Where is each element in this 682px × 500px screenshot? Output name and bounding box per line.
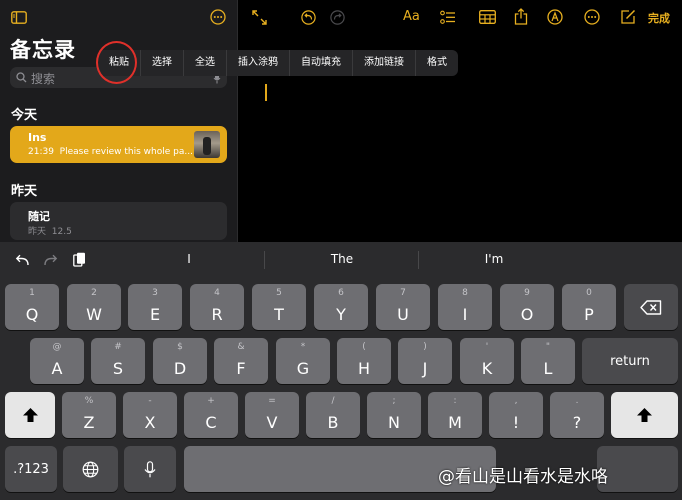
note-thumbnail <box>194 131 220 158</box>
menu-item-format[interactable]: 格式 <box>416 50 458 76</box>
globe-icon <box>63 446 118 492</box>
page-title: 备忘录 <box>10 38 76 62</box>
menu-item-autofill[interactable]: 自动填充 <box>290 50 353 76</box>
key-exclamation[interactable]: ,! <box>489 392 543 438</box>
text-format-button[interactable]: Aa <box>403 9 420 24</box>
globe-key[interactable] <box>63 446 118 492</box>
divider <box>237 0 238 242</box>
context-menu: 粘贴 选择 全选 插入涂鸦 自动填充 添加链接 格式 <box>98 50 458 76</box>
notes-app: 备忘录 搜索 今天 Ins 21:39 Please review this w… <box>0 0 682 242</box>
suggestion-divider <box>264 251 265 269</box>
note-meta: 昨天 12.5 <box>28 227 72 237</box>
search-icon <box>15 71 28 84</box>
shift-key-right[interactable] <box>611 392 678 438</box>
menu-item-insert-drawing[interactable]: 插入涂鸦 <box>227 50 290 76</box>
share-icon[interactable] <box>512 7 530 26</box>
key-f[interactable]: & F <box>214 338 268 384</box>
key-r[interactable]: 4R <box>190 284 244 330</box>
key-z[interactable]: % Z <box>62 392 116 438</box>
redo-icon[interactable] <box>328 8 346 26</box>
done-button[interactable]: 完成 <box>648 10 670 26</box>
key-s[interactable]: # S <box>91 338 145 384</box>
more-options-icon[interactable] <box>583 8 601 26</box>
key-e[interactable]: 3E <box>128 284 182 330</box>
suggestion-3[interactable]: I'm <box>454 252 534 266</box>
key-u[interactable]: 7U <box>376 284 430 330</box>
shift-icon <box>611 392 678 438</box>
shift-icon <box>5 392 55 438</box>
search-placeholder: 搜索 <box>31 72 56 86</box>
microphone-icon <box>124 446 176 492</box>
key-n[interactable]: ; N <box>367 392 421 438</box>
key-o[interactable]: 9O <box>500 284 554 330</box>
compose-icon[interactable] <box>619 8 637 26</box>
menu-item-select-all[interactable]: 全选 <box>184 50 227 76</box>
suggestion-1[interactable]: I <box>149 252 229 266</box>
undo-icon[interactable] <box>299 8 317 26</box>
key-l[interactable]: " L <box>521 338 575 384</box>
menu-item-add-link[interactable]: 添加链接 <box>353 50 416 76</box>
suggestion-bar: I The I'm <box>0 242 682 277</box>
redo-icon[interactable] <box>41 251 59 269</box>
numbers-key[interactable]: .?123 <box>5 446 57 492</box>
list-item[interactable]: Ins 21:39 Please review this whole pa... <box>10 126 227 163</box>
undo-icon[interactable] <box>13 251 31 269</box>
key-b[interactable]: / B <box>306 392 360 438</box>
menu-item-paste[interactable]: 粘贴 <box>98 50 141 76</box>
key-t[interactable]: 5T <box>252 284 306 330</box>
menu-item-select[interactable]: 选择 <box>141 50 184 76</box>
watermark: @看山是山看水是水咯 <box>438 467 608 487</box>
sidebar-toggle-icon[interactable] <box>10 9 28 25</box>
backspace-icon <box>624 284 678 330</box>
key-question[interactable]: .? <box>550 392 604 438</box>
delete-key[interactable] <box>624 284 678 330</box>
key-m[interactable]: :M <box>428 392 482 438</box>
sidebar: 备忘录 搜索 今天 Ins 21:39 Please review this w… <box>0 0 237 242</box>
suggestion-2[interactable]: The <box>302 252 382 266</box>
note-title: 随记 <box>28 210 50 223</box>
key-x[interactable]: -X <box>123 392 177 438</box>
more-options-icon[interactable] <box>209 8 227 26</box>
key-p[interactable]: 0P <box>562 284 616 330</box>
checklist-icon[interactable] <box>439 8 457 26</box>
expand-icon[interactable] <box>250 8 268 26</box>
key-w[interactable]: 2W <box>67 284 121 330</box>
return-key[interactable]: return <box>582 338 678 384</box>
key-c[interactable]: + C <box>184 392 238 438</box>
hide-keyboard-key[interactable] <box>597 446 678 492</box>
text-cursor <box>265 84 267 101</box>
key-i[interactable]: 8I <box>438 284 492 330</box>
key-j[interactable]: ) J <box>398 338 452 384</box>
section-yesterday: 昨天 <box>11 184 38 199</box>
list-item[interactable]: 随记 昨天 12.5 <box>10 202 227 240</box>
suggestion-divider <box>418 251 419 269</box>
note-meta: 21:39 Please review this whole pa... <box>28 147 193 157</box>
markup-icon[interactable] <box>546 8 564 26</box>
key-y[interactable]: 6Y <box>314 284 368 330</box>
key-v[interactable]: = V <box>245 392 299 438</box>
dictation-key[interactable] <box>124 446 176 492</box>
key-k[interactable]: ' K <box>460 338 514 384</box>
key-h[interactable]: (H <box>337 338 391 384</box>
section-today: 今天 <box>11 108 38 123</box>
key-g[interactable]: * G <box>276 338 330 384</box>
key-a[interactable]: @ A <box>30 338 84 384</box>
paste-icon[interactable] <box>70 250 88 269</box>
shift-key-left[interactable] <box>5 392 55 438</box>
key-d[interactable]: $ D <box>153 338 207 384</box>
table-icon[interactable] <box>477 8 497 26</box>
key-q[interactable]: 1Q <box>5 284 59 330</box>
note-title: Ins <box>28 131 47 144</box>
